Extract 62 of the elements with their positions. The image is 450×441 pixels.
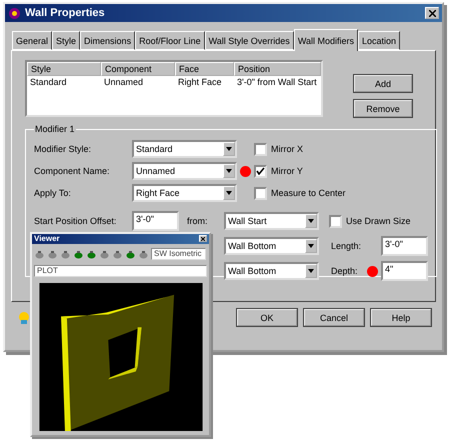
view-dropdown[interactable]: SW Isometric bbox=[151, 248, 206, 260]
window-title: Wall Properties bbox=[25, 7, 106, 19]
field-label: Start Position Offset: bbox=[34, 216, 118, 226]
dropdown[interactable]: Right Face bbox=[132, 184, 237, 202]
checkbox[interactable] bbox=[254, 164, 267, 178]
list-cell-text: Standard bbox=[29, 76, 68, 88]
teapot-icon[interactable] bbox=[47, 248, 58, 260]
close-icon bbox=[428, 10, 436, 16]
tab[interactable]: Roof/Floor Line bbox=[135, 31, 205, 50]
close-button[interactable] bbox=[425, 7, 439, 19]
column-header[interactable]: Component bbox=[101, 62, 175, 76]
column-header[interactable]: Face bbox=[175, 62, 234, 76]
dropdown[interactable]: Wall Start bbox=[224, 212, 319, 230]
checkbox-label: Mirror Y bbox=[271, 166, 303, 176]
checkbox[interactable] bbox=[254, 186, 267, 200]
dropdown[interactable]: Wall Bottom bbox=[224, 262, 319, 280]
list-button[interactable]: Remove bbox=[353, 99, 413, 118]
close-icon bbox=[201, 236, 205, 241]
tab[interactable]: Wall Style Overrides bbox=[204, 31, 294, 50]
layer-field[interactable]: PLOT bbox=[34, 264, 207, 277]
window-title: Viewer bbox=[34, 234, 61, 244]
input-field[interactable]: 3'-0" bbox=[132, 211, 179, 231]
column-header[interactable]: Style bbox=[27, 62, 101, 76]
field-label: Modifier Style: bbox=[34, 144, 92, 154]
dropdown[interactable]: Wall Bottom bbox=[224, 237, 319, 255]
field-label: Depth: bbox=[330, 266, 359, 276]
teapot-icon[interactable] bbox=[60, 248, 71, 260]
checkbox-label: Mirror X bbox=[271, 144, 303, 154]
list-cell-text: Unnamed bbox=[103, 76, 144, 88]
field-label: from: bbox=[186, 216, 209, 226]
teapot-icon[interactable] bbox=[125, 248, 136, 260]
dialog-button[interactable]: Help bbox=[370, 308, 432, 327]
tab[interactable]: Style bbox=[52, 31, 80, 50]
field-label: Length: bbox=[330, 241, 362, 251]
teapot-icon[interactable] bbox=[34, 248, 45, 260]
teapot-icon[interactable] bbox=[86, 248, 97, 260]
checkbox[interactable] bbox=[329, 214, 342, 228]
close-button[interactable] bbox=[199, 235, 207, 242]
tab[interactable]: Dimensions bbox=[80, 31, 136, 50]
input-field[interactable]: 4" bbox=[381, 261, 428, 281]
field-label: Apply To: bbox=[34, 188, 72, 198]
checkbox-label: Use Drawn Size bbox=[346, 216, 411, 226]
dropdown[interactable]: Standard bbox=[132, 140, 237, 158]
list-cell-text: Right Face bbox=[177, 76, 223, 88]
tab[interactable]: Wall Modifiers bbox=[294, 29, 358, 51]
checkbox[interactable] bbox=[254, 142, 267, 156]
tab[interactable]: Location bbox=[358, 31, 400, 50]
tab[interactable]: General bbox=[12, 31, 52, 50]
list-cell-text: 3'-0" from Wall Start bbox=[236, 76, 318, 88]
dropdown[interactable]: Unnamed bbox=[132, 162, 237, 180]
field-label: Component Name: bbox=[34, 166, 111, 176]
group-title: Modifier 1 bbox=[34, 124, 76, 134]
modifier-list[interactable]: Style Component Face Position Standard Unnamed Right Face 3'-0" from Wall Start bbox=[25, 60, 323, 117]
list-button[interactable]: Add bbox=[353, 74, 413, 93]
input-field[interactable]: 3'-0" bbox=[381, 236, 428, 256]
checkbox-label: Measure to Center bbox=[271, 188, 346, 198]
teapot-icon[interactable] bbox=[73, 248, 84, 260]
dialog-button[interactable]: OK bbox=[236, 308, 298, 327]
column-header[interactable]: Position bbox=[234, 62, 321, 76]
app-icon bbox=[8, 6, 21, 20]
help-icon[interactable] bbox=[17, 310, 31, 324]
dialog-button[interactable]: Cancel bbox=[303, 308, 365, 327]
